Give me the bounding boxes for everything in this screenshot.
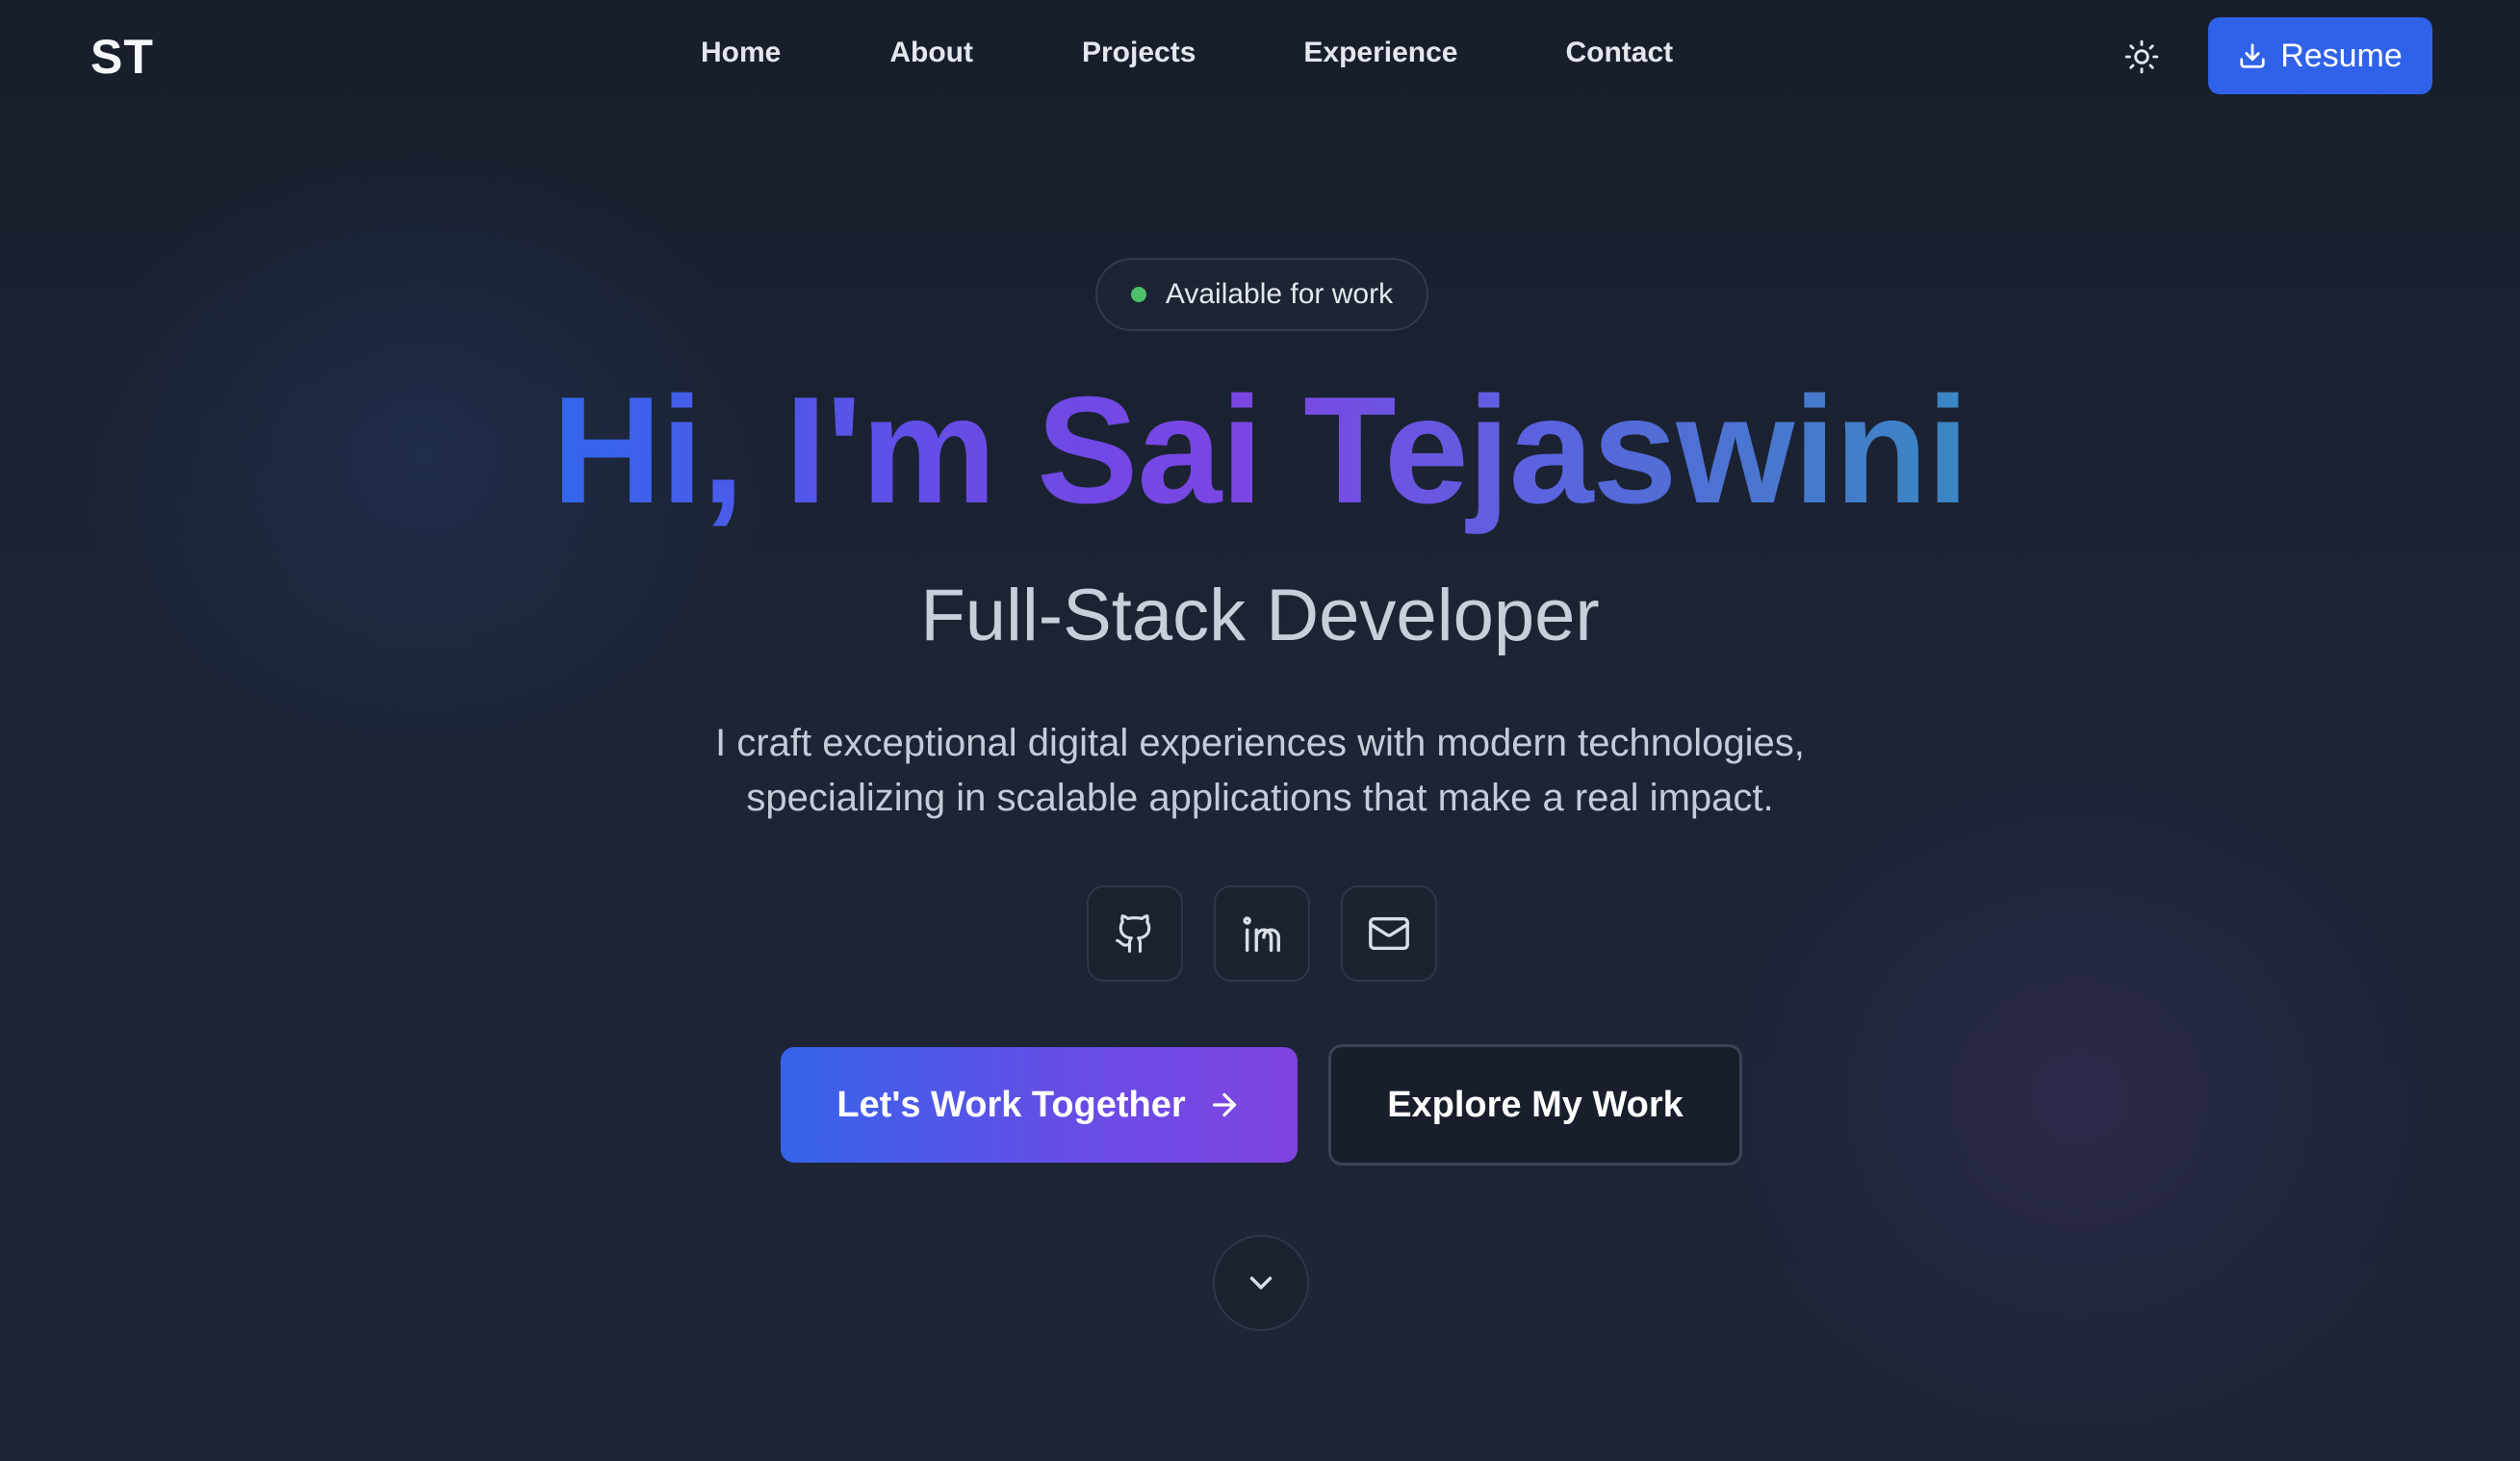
work-together-label: Let's Work Together [836, 1084, 1186, 1125]
hero-description: I craft exceptional digital experiences … [0, 716, 2520, 826]
status-dot [1130, 287, 1146, 302]
site-logo[interactable]: ST [90, 29, 154, 85]
linkedin-link[interactable] [1214, 885, 1310, 982]
resume-button[interactable]: Resume [2208, 17, 2432, 94]
github-icon [1116, 914, 1151, 953]
theme-toggle-button[interactable] [2118, 33, 2166, 81]
work-together-button[interactable]: Let's Work Together [781, 1047, 1298, 1163]
nav-link-projects[interactable]: Projects [1082, 37, 1196, 69]
explore-work-label: Explore My Work [1387, 1084, 1684, 1125]
scroll-down-button[interactable] [1213, 1235, 1309, 1331]
sun-icon [2124, 39, 2159, 74]
hero-headline: Hi, I'm Sai Tejaswini [0, 364, 2520, 537]
nav-links: Home About Projects Experience Contact [701, 37, 1673, 69]
hero-description-line-2: specializing in scalable applications th… [746, 777, 1774, 819]
github-link[interactable] [1087, 885, 1183, 982]
hero-page: ST Home About Projects Experience Contac… [0, 0, 2520, 1461]
nav-link-about[interactable]: About [889, 37, 973, 69]
top-navbar: ST Home About Projects Experience Contac… [0, 0, 2520, 112]
mail-icon [1369, 916, 1409, 951]
availability-text: Available for work [1165, 278, 1394, 310]
nav-link-home[interactable]: Home [701, 37, 781, 69]
linkedin-icon [1243, 916, 1280, 952]
nav-link-contact[interactable]: Contact [1565, 37, 1673, 69]
chevron-down-icon [1249, 1276, 1273, 1290]
explore-work-button[interactable]: Explore My Work [1328, 1044, 1742, 1166]
hero-subtitle: Full-Stack Developer [920, 575, 1600, 656]
social-links [1087, 885, 1437, 982]
availability-badge: Available for work [1095, 258, 1428, 331]
arrow-right-icon [1212, 1092, 1236, 1117]
download-icon [2240, 43, 2265, 68]
email-link[interactable] [1341, 885, 1437, 982]
nav-link-experience[interactable]: Experience [1303, 37, 1457, 69]
hero-headline-text: Hi, I'm Sai Tejaswini [552, 366, 1968, 535]
resume-button-label: Resume [2280, 37, 2403, 74]
hero-description-line-1: I craft exceptional digital experiences … [715, 722, 1805, 764]
